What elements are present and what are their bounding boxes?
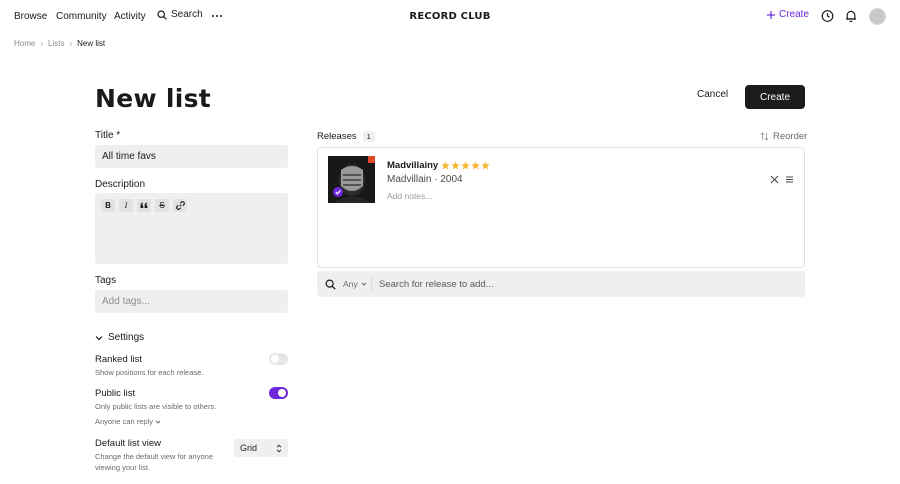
releases-header: Releases 1 — [317, 131, 375, 142]
public-list-title: Public list — [95, 388, 136, 399]
toggle-knob — [271, 355, 279, 363]
toggle-knob — [278, 389, 286, 397]
format-toolbar: B I S — [101, 199, 187, 212]
bell-icon[interactable] — [845, 9, 857, 23]
release-search-input[interactable] — [373, 276, 793, 292]
title-input[interactable] — [95, 145, 288, 168]
release-search-bar: Any — [317, 271, 805, 297]
chevron-right-icon: › — [40, 39, 44, 48]
release-title[interactable]: Madvillainy — [387, 160, 438, 171]
title-label: Title * — [95, 130, 121, 141]
settings-toggle[interactable]: Settings — [95, 332, 144, 343]
nav-create-label: Create — [779, 9, 810, 20]
chevron-right-icon: › — [69, 39, 73, 48]
breadcrumb-current: New list — [77, 39, 106, 48]
star-icon — [441, 161, 450, 170]
page-title: New list — [95, 84, 212, 113]
release-artist-year: Madvillain · 2004 — [387, 174, 463, 185]
settings-heading: Settings — [108, 332, 145, 343]
tags-label: Tags — [95, 275, 117, 286]
public-list-desc: Only public lists are visible to others. — [95, 402, 217, 411]
reply-permission-value: Anyone can reply — [95, 417, 153, 426]
sort-icon — [760, 132, 769, 141]
star-rating — [441, 161, 490, 170]
album-cover[interactable] — [328, 156, 375, 203]
quote-button[interactable] — [137, 199, 151, 212]
strikethrough-button[interactable]: S — [155, 199, 169, 212]
reply-permission-select[interactable]: Anyone can reply — [95, 417, 161, 426]
release-type-value: Any — [343, 279, 358, 289]
brand-logo[interactable]: RECORD CLUB — [0, 11, 900, 22]
breadcrumb-lists[interactable]: Lists — [48, 39, 64, 48]
star-icon — [471, 161, 480, 170]
album-art-image — [328, 156, 375, 203]
ranked-list-toggle[interactable] — [269, 353, 288, 365]
star-icon — [461, 161, 470, 170]
cancel-button[interactable]: Cancel — [697, 89, 728, 100]
divider — [371, 277, 372, 291]
close-icon[interactable] — [770, 175, 779, 184]
link-icon — [175, 201, 185, 210]
reorder-label: Reorder — [773, 131, 808, 142]
breadcrumb: Home › Lists › New list — [14, 39, 105, 48]
star-icon — [451, 161, 460, 170]
bold-button[interactable]: B — [101, 199, 115, 212]
clock-icon[interactable] — [821, 9, 834, 23]
releases-label: Releases — [317, 131, 357, 142]
drag-handle-icon[interactable] — [785, 175, 794, 184]
nav-create-button[interactable]: Create — [766, 9, 809, 20]
chevron-down-icon — [361, 282, 367, 286]
chevron-down-icon — [95, 335, 103, 340]
quote-icon — [140, 202, 148, 208]
description-label: Description — [95, 179, 146, 190]
releases-count-badge: 1 — [362, 131, 375, 142]
reorder-button[interactable]: Reorder — [760, 131, 807, 142]
search-icon — [325, 279, 336, 290]
default-view-title: Default list view — [95, 438, 161, 449]
description-editor[interactable]: B I S — [95, 193, 288, 264]
plus-icon — [767, 10, 775, 19]
top-nav: Browse Community Activity Search RECORD … — [0, 0, 900, 34]
public-list-toggle[interactable] — [269, 387, 288, 399]
release-title-row: Madvillainy — [387, 160, 490, 171]
default-view-desc-line2: viewing your list. — [95, 463, 151, 472]
release-type-filter[interactable]: Any — [343, 279, 367, 289]
create-button[interactable]: Create — [745, 85, 805, 109]
default-view-select[interactable]: Grid — [234, 439, 288, 457]
avatar[interactable] — [869, 8, 886, 25]
release-item: Madvillainy Madvillain · 2004 — [328, 156, 794, 204]
default-view-desc-line1: Change the default view for anyone — [95, 452, 213, 461]
default-view-value: Grid — [240, 443, 258, 453]
ranked-list-title: Ranked list — [95, 354, 142, 365]
breadcrumb-home[interactable]: Home — [14, 39, 35, 48]
updown-chevron-icon — [276, 444, 282, 452]
release-notes-input[interactable] — [387, 191, 587, 201]
tags-input[interactable] — [95, 290, 288, 313]
star-icon — [481, 161, 490, 170]
chevron-down-icon — [155, 420, 161, 424]
link-button[interactable] — [173, 199, 187, 212]
releases-list: Madvillainy Madvillain · 2004 — [317, 147, 805, 268]
ranked-list-desc: Show positions for each release. — [95, 368, 204, 377]
italic-button[interactable]: I — [119, 199, 133, 212]
